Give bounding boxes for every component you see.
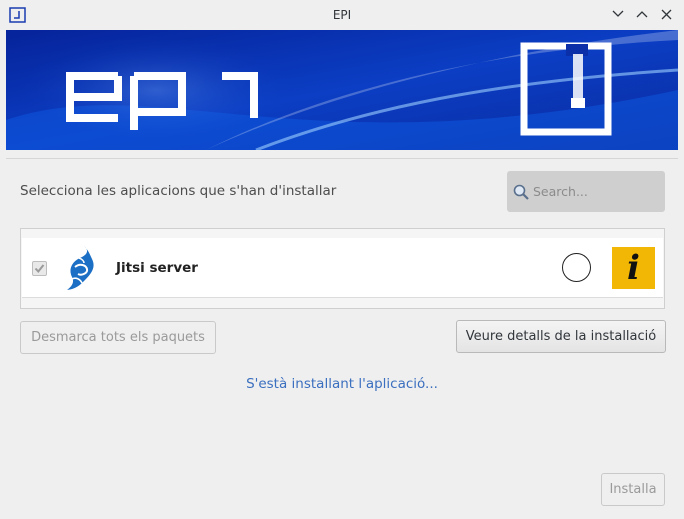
search-field[interactable]: Search... bbox=[507, 171, 665, 212]
minimize-icon bbox=[612, 10, 624, 17]
status-message: S'està installant l'aplicació... bbox=[246, 376, 438, 392]
window-title: EPI bbox=[332, 8, 352, 22]
app-list: Jitsi server i bbox=[20, 228, 665, 309]
search-placeholder[interactable]: Search... bbox=[533, 184, 588, 199]
install-status-indicator bbox=[562, 253, 591, 282]
maximize-button[interactable] bbox=[634, 6, 650, 22]
search-icon bbox=[513, 184, 529, 200]
unmark-all-button[interactable]: Desmarca tots els paquets bbox=[20, 321, 216, 354]
banner-graphic bbox=[6, 30, 678, 150]
list-item: Jitsi server i bbox=[22, 238, 663, 298]
app-name: Jitsi server bbox=[116, 260, 198, 276]
close-icon bbox=[661, 9, 671, 19]
title-bar: EPI bbox=[0, 0, 684, 30]
instruction-label: Selecciona les aplicacions que s'han d'i… bbox=[20, 183, 337, 199]
install-button[interactable]: Installa bbox=[601, 473, 665, 506]
info-icon: i bbox=[627, 248, 640, 288]
maximize-icon bbox=[636, 11, 648, 18]
jitsi-logo-icon bbox=[67, 246, 94, 290]
app-checkbox[interactable] bbox=[32, 261, 47, 276]
view-details-button[interactable]: Veure detalls de la installació bbox=[456, 320, 666, 353]
checkmark-icon bbox=[34, 264, 45, 274]
info-button[interactable]: i bbox=[612, 247, 655, 289]
header-divider bbox=[6, 158, 678, 159]
minimize-button[interactable] bbox=[610, 6, 626, 22]
close-button[interactable] bbox=[658, 6, 674, 22]
epi-banner bbox=[6, 30, 678, 150]
